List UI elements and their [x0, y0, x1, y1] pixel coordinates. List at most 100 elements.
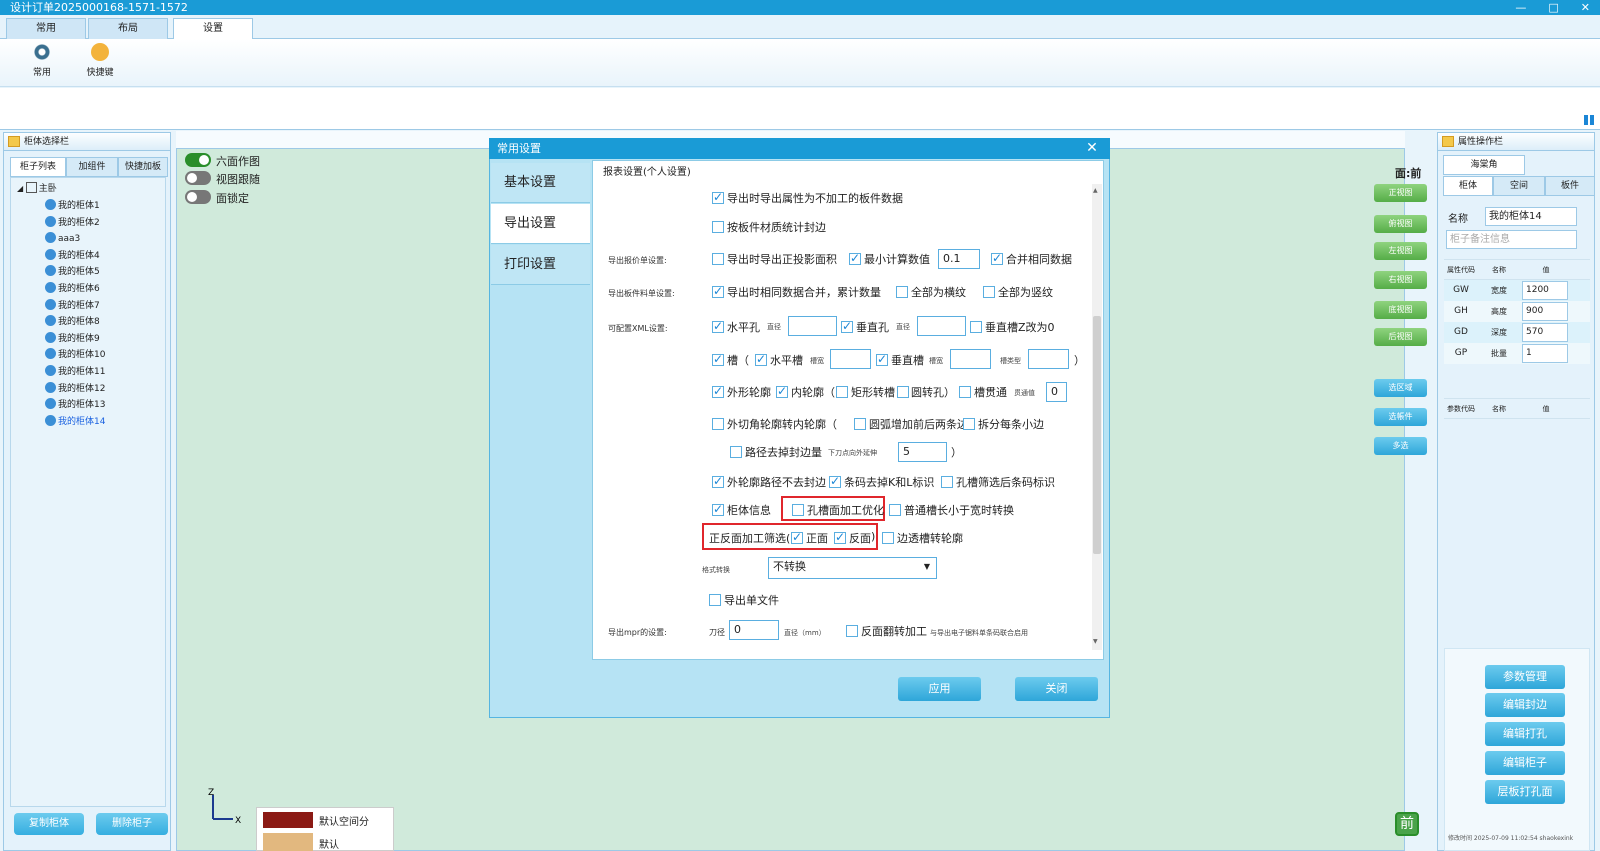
tab-space[interactable]: 空间 — [1493, 176, 1545, 196]
checkbox-groove-through[interactable] — [959, 386, 971, 398]
tree-item[interactable]: 我的柜体12 — [45, 381, 105, 396]
edit-cabinet-button[interactable]: 编辑柜子 — [1485, 751, 1565, 775]
tree-item[interactable]: 我的柜体7 — [45, 298, 100, 313]
horizontal-hole-diameter-input[interactable] — [788, 316, 837, 336]
tab-cabinet[interactable]: 柜体 — [1443, 176, 1493, 196]
maximize-icon[interactable]: □ — [1548, 0, 1558, 15]
checkbox-front-face[interactable] — [791, 530, 803, 544]
property-value-input[interactable]: 1200 — [1522, 281, 1568, 300]
checkbox-all-vertical[interactable] — [983, 286, 995, 298]
tree-item[interactable]: 我的柜体8 — [45, 315, 100, 329]
property-value-input[interactable]: 570 — [1522, 323, 1568, 342]
tree-item[interactable]: 我的柜体2 — [45, 215, 100, 230]
tab-common[interactable]: 常用 — [6, 18, 86, 39]
checkbox-path-remove-edge[interactable] — [730, 446, 742, 458]
format-conversion-select[interactable]: 不转换 ▼ — [768, 557, 937, 579]
scrollbar-thumb[interactable] — [1093, 316, 1101, 554]
six-face-toggle[interactable] — [185, 153, 211, 167]
checkbox-arc-add-edges[interactable] — [854, 418, 866, 430]
dialog-close-icon[interactable]: ✕ — [1082, 138, 1102, 159]
checkbox-merge-same[interactable] — [991, 251, 1003, 265]
multi-select-button[interactable]: 多选 — [1374, 437, 1427, 455]
checkbox-outer-contour[interactable] — [712, 384, 724, 398]
minimize-icon[interactable]: — — [1515, 0, 1526, 15]
tree-item[interactable]: 我的柜体11 — [45, 365, 105, 379]
close-icon[interactable]: ✕ — [1581, 0, 1590, 15]
tab-settings[interactable]: 设置 — [173, 18, 253, 40]
front-view-cube[interactable]: 前 — [1395, 812, 1419, 836]
checkbox-all-horizontal[interactable] — [896, 286, 908, 298]
checkbox-edge-groove-contour[interactable] — [882, 532, 894, 544]
vertical-groove-width-input[interactable] — [950, 349, 991, 369]
grid-icon[interactable] — [1584, 115, 1594, 125]
face-lock-toggle[interactable] — [185, 190, 211, 204]
front-view-button[interactable]: 正视图 — [1374, 184, 1427, 202]
checkbox-cabinet-info[interactable] — [712, 502, 724, 516]
bottom-view-button[interactable]: 底视图 — [1374, 301, 1427, 319]
tree-item[interactable]: 我的柜体4 — [45, 248, 100, 263]
checkbox-min-calc[interactable] — [849, 251, 861, 265]
left-view-button[interactable]: 左视图 — [1374, 242, 1427, 260]
checkbox-hole-face-optimize[interactable] — [792, 504, 804, 516]
checkbox-horizontal-hole[interactable] — [712, 319, 724, 333]
checkbox-rect-to-groove[interactable] — [836, 386, 848, 398]
checkbox-single-file[interactable] — [709, 594, 721, 606]
vertical-hole-diameter-input[interactable] — [917, 316, 966, 336]
tab-layout[interactable]: 布局 — [88, 18, 168, 39]
checkbox-groove-convert[interactable] — [889, 504, 901, 516]
checkbox-vertical-groove-z[interactable] — [970, 321, 982, 333]
checkbox-export-unprocessed[interactable] — [712, 190, 724, 204]
tree-item[interactable]: 我的柜体10 — [45, 348, 105, 362]
tab-add-component[interactable]: 加组件 — [66, 157, 118, 177]
checkbox-merge-quantity[interactable] — [712, 284, 724, 298]
checkbox-outer-path-keep-edge[interactable] — [712, 474, 724, 488]
right-view-button[interactable]: 右视图 — [1374, 271, 1427, 289]
checkbox-barcode-remove-kl[interactable] — [829, 474, 841, 488]
checkbox-horizontal-groove[interactable] — [755, 352, 767, 366]
checkbox-split-edges[interactable] — [963, 418, 975, 430]
horizontal-groove-width-input[interactable] — [830, 349, 871, 369]
shortcut-button[interactable]: 快捷键 — [78, 43, 122, 78]
scroll-down-icon[interactable]: ▼ — [1093, 638, 1098, 645]
param-manage-button[interactable]: 参数管理 — [1485, 665, 1565, 689]
tab-cabinet-list[interactable]: 柜子列表 — [10, 157, 66, 177]
close-button[interactable]: 关闭 — [1015, 677, 1098, 701]
tree-item[interactable]: 我的柜体14 — [45, 414, 105, 429]
checkbox-groove[interactable] — [712, 352, 724, 366]
tab-export-settings[interactable]: 导出设置 — [491, 204, 590, 244]
view-follow-toggle[interactable] — [185, 171, 211, 185]
checkbox-circle-to-hole[interactable] — [897, 386, 909, 398]
checkbox-inner-contour[interactable] — [776, 384, 788, 398]
checkbox-vertical-groove[interactable] — [876, 352, 888, 366]
select-board-button[interactable]: 选帳件 — [1374, 408, 1427, 426]
delete-cabinet-button[interactable]: 删除柜子 — [96, 813, 168, 835]
through-value-input[interactable]: 0 — [1046, 382, 1067, 402]
groove-type-input[interactable] — [1028, 349, 1069, 369]
checkbox-vertical-hole[interactable] — [841, 319, 853, 333]
min-calc-input[interactable]: 0.1 — [938, 249, 980, 269]
tab-haitang-corner[interactable]: 海棠角 — [1443, 155, 1525, 175]
scroll-up-icon[interactable]: ▲ — [1093, 187, 1098, 194]
top-view-button[interactable]: 俯视图 — [1374, 215, 1427, 233]
checkbox-back-face[interactable] — [834, 530, 846, 544]
checkbox-edge-by-material[interactable] — [712, 221, 724, 233]
tree-item[interactable]: 我的柜体9 — [45, 331, 100, 346]
edit-edge-button[interactable]: 编辑封边 — [1485, 693, 1565, 717]
tree-item[interactable]: 我的柜体5 — [45, 265, 100, 279]
tree-item[interactable]: 我的柜体13 — [45, 398, 105, 412]
property-value-input[interactable]: 900 — [1522, 302, 1568, 321]
tab-quick-add-board[interactable]: 快捷加板 — [118, 157, 168, 177]
cabinet-remark-input[interactable]: 柜子备注信息 — [1446, 230, 1577, 249]
shelf-drill-face-button[interactable]: 层板打孔面 — [1485, 780, 1565, 804]
checkbox-outer-chamfer[interactable] — [712, 418, 724, 430]
common-settings-button[interactable]: 常用 — [20, 43, 64, 78]
select-area-button[interactable]: 选区域 — [1374, 379, 1427, 397]
tree-item[interactable]: aaa3 — [45, 232, 80, 246]
property-value-input[interactable]: 1 — [1522, 344, 1568, 363]
edit-drill-button[interactable]: 编辑打孔 — [1485, 722, 1565, 746]
knife-extend-input[interactable]: 5 — [898, 442, 947, 462]
cabinet-name-input[interactable]: 我的柜体14 — [1485, 207, 1577, 226]
tree-item[interactable]: 我的柜体1 — [45, 199, 100, 213]
apply-button[interactable]: 应用 — [898, 677, 981, 701]
copy-cabinet-button[interactable]: 复制柜体 — [14, 813, 84, 835]
